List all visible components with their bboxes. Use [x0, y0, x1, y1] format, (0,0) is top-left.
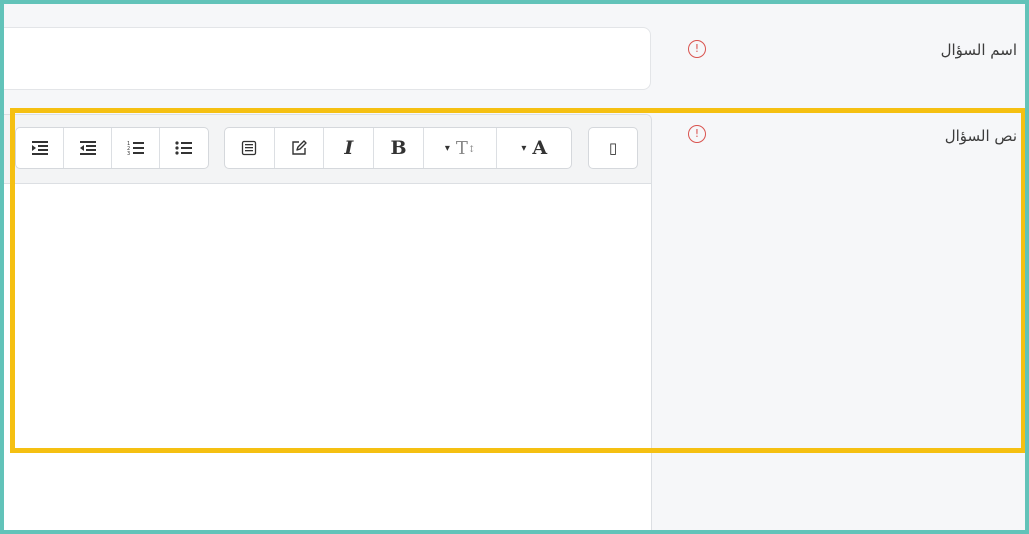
edit-button[interactable]	[275, 128, 325, 168]
indent-icon	[31, 141, 48, 155]
font-color-dropdown[interactable]: ▾ A	[497, 128, 571, 168]
ordered-list-icon: 1 2 3	[127, 141, 144, 156]
font-size-dropdown[interactable]: ▾ T↕	[424, 128, 498, 168]
template-icon	[242, 140, 257, 156]
indent-button[interactable]	[16, 128, 64, 168]
font-color-icon: A	[532, 137, 548, 159]
html-source-icon: ▯	[608, 139, 618, 157]
question-form: اسم السؤال ! نص السؤال ! 1 2 3 I B ▾ T↕ …	[0, 0, 1029, 534]
question-name-label: اسم السؤال	[940, 41, 1017, 59]
rich-text-editor: 1 2 3 I B ▾ T↕ ▾ A ▯	[4, 114, 652, 530]
outdent-button[interactable]	[64, 128, 112, 168]
format-button-group: I B ▾ T↕ ▾ A	[224, 127, 572, 169]
italic-icon: I	[344, 137, 354, 159]
unordered-list-icon	[175, 141, 192, 155]
chevron-down-icon: ▾	[444, 142, 450, 154]
font-size-icon: T↕	[455, 137, 476, 159]
bold-icon: B	[390, 137, 407, 159]
outdent-icon	[79, 141, 96, 155]
source-button-group: ▯	[588, 127, 638, 169]
edit-icon	[292, 140, 307, 155]
bold-button[interactable]: B	[374, 128, 424, 168]
svg-text:3: 3	[127, 151, 130, 156]
html-source-button[interactable]: ▯	[589, 128, 637, 168]
required-icon: !	[688, 125, 706, 143]
list-button-group: 1 2 3	[15, 127, 209, 169]
required-icon: !	[688, 40, 706, 58]
italic-button[interactable]: I	[324, 128, 375, 168]
question-name-input[interactable]	[4, 27, 651, 90]
editor-toolbar: 1 2 3 I B ▾ T↕ ▾ A ▯	[4, 115, 651, 184]
template-button[interactable]	[225, 128, 275, 168]
editor-content-area[interactable]	[4, 184, 651, 530]
unordered-list-button[interactable]	[160, 128, 208, 168]
chevron-down-icon: ▾	[521, 142, 527, 154]
ordered-list-button[interactable]: 1 2 3	[112, 128, 160, 168]
question-text-label: نص السؤال	[944, 127, 1017, 145]
